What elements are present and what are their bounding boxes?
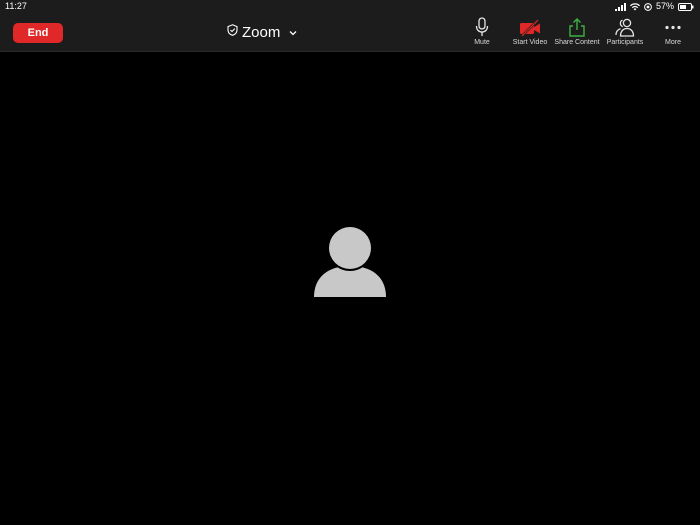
status-bar: 11:27 57% [0,0,700,13]
start-video-label: Start Video [512,39,548,46]
chevron-down-icon [289,23,297,41]
share-up-arrow-icon [551,17,603,38]
cellular-signal-icon [614,2,626,11]
more-dots-icon [647,17,699,38]
video-off-icon [504,17,556,38]
battery-percent: 57% [655,1,674,11]
location-lock-icon [644,2,652,11]
microphone-icon [456,17,508,38]
participants-button[interactable]: Participants [599,17,651,49]
meeting-title-dropdown[interactable]: Zoom [227,22,297,42]
share-content-button[interactable]: Share Content [551,17,603,49]
zoom-meeting-screen: 11:27 57% End Zoom Mute Start Video Shar… [0,0,700,525]
meeting-title: Zoom [242,23,281,41]
battery-icon [678,2,694,11]
mute-label: Mute [474,39,490,46]
more-label: More [665,39,681,46]
participant-avatar-icon [313,225,387,298]
participants-label: Participants [606,39,644,46]
meeting-toolbar: End Zoom Mute Start Video Share Content … [0,13,700,52]
share-content-label: Share Content [554,39,600,46]
wifi-icon [629,2,640,11]
status-time: 11:27 [5,1,27,11]
more-button[interactable]: More [647,17,699,49]
shield-check-icon [227,23,238,41]
end-meeting-button[interactable]: End [13,23,63,43]
start-video-button[interactable]: Start Video [504,17,556,49]
participants-icon [599,17,651,38]
video-area [0,52,700,525]
status-indicators: 57% [614,0,694,13]
mute-button[interactable]: Mute [456,17,508,49]
